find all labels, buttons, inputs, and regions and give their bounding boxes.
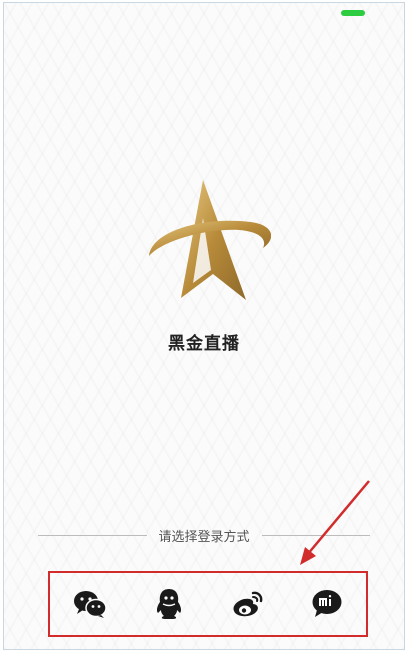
weibo-login-button[interactable] bbox=[226, 582, 270, 626]
wechat-icon bbox=[73, 591, 107, 618]
xiaomi-icon bbox=[312, 590, 341, 617]
app-name: 黑金直播 bbox=[168, 334, 240, 354]
login-divider: 请选择登录方式 bbox=[38, 525, 371, 545]
battery-indicator bbox=[341, 10, 365, 16]
qq-icon bbox=[156, 589, 181, 619]
xiaomi-login-button[interactable] bbox=[305, 582, 349, 626]
app-logo bbox=[149, 180, 271, 300]
weibo-icon bbox=[232, 591, 262, 617]
login-prompt: 请选择登录方式 bbox=[158, 529, 250, 545]
wechat-login-button[interactable] bbox=[68, 582, 112, 626]
login-methods bbox=[48, 571, 368, 637]
annotation-arrow bbox=[300, 480, 370, 565]
qq-login-button[interactable] bbox=[147, 582, 191, 626]
login-screen: 黑金直播 请选择登录方式 bbox=[3, 2, 405, 650]
divider-line-left bbox=[38, 534, 147, 536]
divider-line-right bbox=[261, 534, 371, 536]
